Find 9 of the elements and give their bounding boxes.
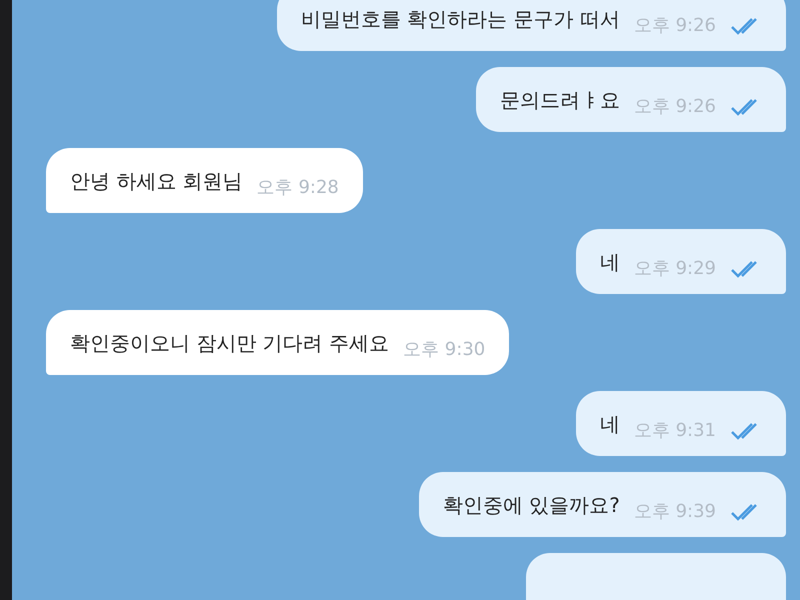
- message-text: 네: [600, 249, 620, 276]
- message-time: 오후 9:28: [256, 176, 339, 199]
- message-text: 안녕 하세요 회원님: [70, 168, 243, 195]
- message-text: 확인중이오니 잠시만 기다려 주세요: [70, 330, 390, 357]
- message-text: 문의드려ㅑ요: [500, 87, 620, 114]
- message-text: 확인중에 있을까요?: [442, 492, 620, 519]
- message-time: 오후 9:30: [403, 338, 486, 361]
- message-text: 네: [600, 411, 620, 438]
- message-text: 비밀번호를 확인하라는 문구가 떠서: [300, 6, 620, 33]
